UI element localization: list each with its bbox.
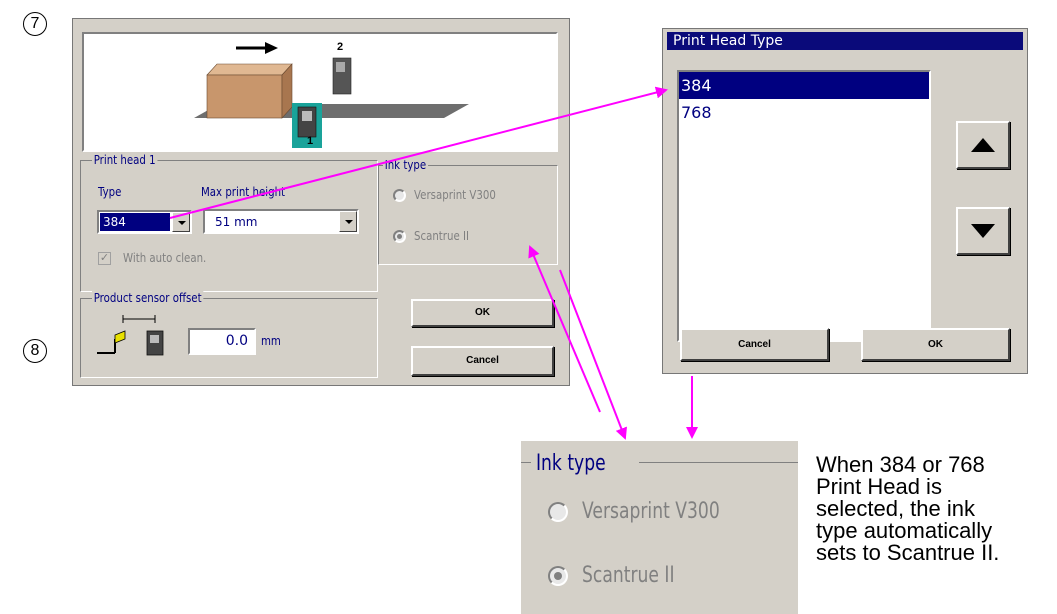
dialog-title-bar: Print Head Type xyxy=(667,32,1023,50)
ink-type-group xyxy=(378,165,558,265)
scroll-up-button[interactable] xyxy=(956,121,1010,169)
triangle-up-icon xyxy=(971,138,995,152)
print-head-type-dialog: Print Head Type 384 768 Cancel OK xyxy=(662,28,1028,374)
scantrue-radio-label: Scantrue II xyxy=(414,229,469,243)
ink-type-group-label: Ink type xyxy=(383,158,428,172)
ink-zoom-group-line-right xyxy=(639,462,798,463)
list-item-384[interactable]: 384 xyxy=(679,72,929,99)
dialog-ok-button[interactable]: OK xyxy=(861,328,1010,361)
ok-button[interactable]: OK xyxy=(411,299,554,327)
list-item-768[interactable]: 768 xyxy=(679,100,929,126)
zoom-versaprint-label: Versaprint V300 xyxy=(582,499,720,524)
print-head-group-label: Print head 1 xyxy=(92,153,158,167)
dialog-cancel-button[interactable]: Cancel xyxy=(680,328,829,361)
explanation-note: When 384 or 768 Print Head is selected, … xyxy=(816,452,1000,565)
sensor-offset-group-label: Product sensor offset xyxy=(92,291,204,305)
zoom-scantrue-radio[interactable] xyxy=(548,566,568,586)
head-2-number: 2 xyxy=(337,41,344,53)
offset-input[interactable]: 0.0 xyxy=(188,328,256,355)
type-combo-value: 384 xyxy=(100,213,170,231)
chevron-down-icon[interactable] xyxy=(172,212,190,232)
scroll-down-button[interactable] xyxy=(956,207,1010,255)
print-head-settings-dialog: 2 1 Print head 1 Type 384 Max print heig… xyxy=(72,18,570,386)
zoom-versaprint-radio[interactable] xyxy=(548,502,568,522)
zoom-scantrue-label: Scantrue II xyxy=(582,563,675,588)
ink-type-zoom: Ink type Versaprint V300 Scantrue II xyxy=(521,441,798,614)
offset-input-value: 0.0 xyxy=(225,333,248,349)
step-7-callout: 7 xyxy=(23,12,47,36)
type-combo[interactable]: 384 xyxy=(97,210,192,234)
max-height-label: Max print height xyxy=(201,185,286,199)
step-8-callout: 8 xyxy=(23,339,47,363)
head-1-number: 1 xyxy=(307,135,314,147)
versaprint-radio-label: Versaprint V300 xyxy=(414,188,496,202)
auto-clean-checkbox[interactable]: ✓ xyxy=(98,252,111,265)
auto-clean-label: With auto clean. xyxy=(123,251,207,265)
ink-zoom-group-label: Ink type xyxy=(536,451,606,476)
type-label: Type xyxy=(98,185,122,199)
conveyor-illustration xyxy=(194,42,469,148)
scantrue-radio[interactable] xyxy=(393,230,406,243)
ink-zoom-group-line-left xyxy=(521,462,531,463)
print-head-list[interactable]: 384 768 xyxy=(677,70,931,342)
cancel-button[interactable]: Cancel xyxy=(411,346,554,376)
conveyor-diagram: 2 1 xyxy=(82,32,558,152)
max-height-combo[interactable]: 51 mm xyxy=(203,209,359,234)
max-height-combo-value: 51 mm xyxy=(215,215,258,229)
sensor-offset-icon xyxy=(97,315,164,356)
triangle-down-icon xyxy=(971,224,995,238)
offset-unit: mm xyxy=(261,334,281,348)
versaprint-radio[interactable] xyxy=(393,189,406,202)
chevron-down-icon[interactable] xyxy=(339,211,357,232)
